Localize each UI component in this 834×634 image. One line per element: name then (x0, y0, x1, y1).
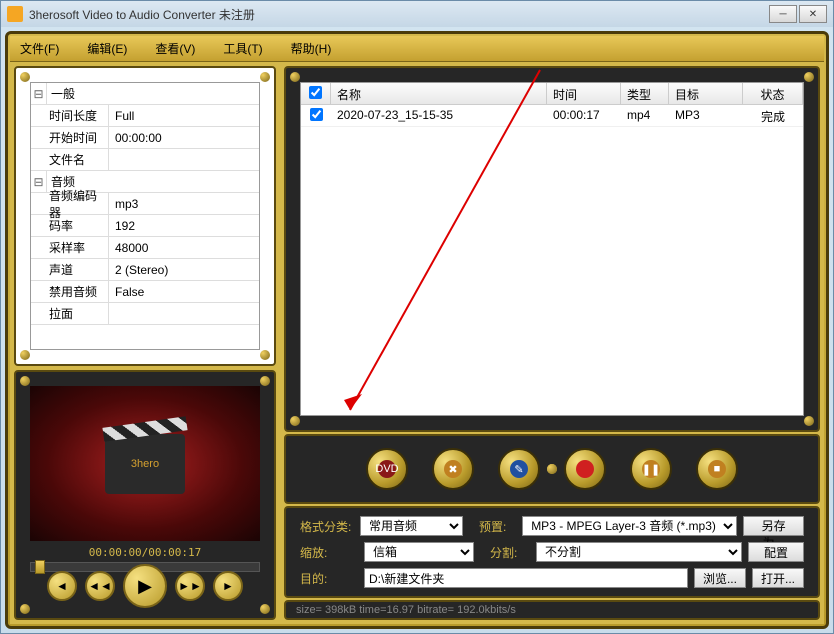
table-row[interactable]: 2020-07-23_15-15-35 00:00:17 mp4 MP3 完成 (301, 105, 803, 127)
row-checkbox[interactable] (310, 108, 323, 121)
select-all-checkbox[interactable] (309, 86, 322, 99)
statusbar: size= 398kB time=16.97 bitrate= 192.0kbi… (284, 600, 820, 620)
timecode: 00:00:00/00:00:17 (30, 546, 260, 559)
preset-select[interactable]: MP3 - MPEG Layer-3 音频 (*.mp3) (522, 516, 737, 536)
menu-help[interactable]: 帮助(H) (291, 40, 332, 57)
play-button[interactable]: ▶ (123, 564, 167, 608)
menu-edit[interactable]: 编辑(E) (87, 40, 127, 57)
titlebar: 3herosoft Video to Audio Converter 未注册 ─… (1, 1, 833, 27)
rewind-button[interactable]: ◄◄ (85, 571, 115, 601)
stop-button[interactable]: ■ (696, 448, 738, 490)
zoom-select[interactable]: 信箱 (364, 542, 474, 562)
property-grid[interactable]: ⊟一般 时间长度Full 开始时间00:00:00 文件名 ⊟音频 音频编码器m… (30, 82, 260, 350)
preview-video: 3hero (30, 386, 260, 541)
toolbar: DVD ✖ ✎ ❚❚ ■ (284, 434, 820, 504)
split-select[interactable]: 不分割 (536, 542, 742, 562)
filelist-panel: 名称 时间 类型 目标 状态 2020-07-23_15-15-35 00:00… (284, 66, 820, 432)
menu-file[interactable]: 文件(F) (20, 40, 59, 57)
app-icon (7, 6, 23, 22)
remove-button[interactable]: ✖ (432, 448, 474, 490)
browse-button[interactable]: 浏览... (694, 568, 746, 588)
close-button[interactable]: ✕ (799, 5, 827, 23)
settings-panel: 格式分类: 常用音频 预置: MP3 - MPEG Layer-3 音频 (*.… (284, 506, 820, 598)
record-button[interactable] (564, 448, 606, 490)
expand-icon[interactable]: ⊟ (31, 83, 47, 104)
edit-button[interactable]: ✎ (498, 448, 540, 490)
minimize-button[interactable]: ─ (769, 5, 797, 23)
preview-panel: 3hero 00:00:00/00:00:17 ◄ ◄◄ ▶ ►► ► (14, 370, 276, 620)
format-select[interactable]: 常用音频 (360, 516, 463, 536)
add-dvd-button[interactable]: DVD (366, 448, 408, 490)
menu-tools[interactable]: 工具(T) (223, 40, 262, 57)
window-title: 3herosoft Video to Audio Converter 未注册 (29, 6, 255, 23)
forward-button[interactable]: ►► (175, 571, 205, 601)
saveas-button[interactable]: 另存为... (743, 516, 804, 536)
pause-button[interactable]: ❚❚ (630, 448, 672, 490)
config-button[interactable]: 配置 (748, 542, 804, 562)
filelist-header: 名称 时间 类型 目标 状态 (301, 83, 803, 105)
next-button[interactable]: ► (213, 571, 243, 601)
expand-icon[interactable]: ⊟ (31, 171, 47, 192)
prev-button[interactable]: ◄ (47, 571, 77, 601)
property-panel: ⊟一般 时间长度Full 开始时间00:00:00 文件名 ⊟音频 音频编码器m… (14, 66, 276, 366)
clapper-icon: 3hero (105, 434, 185, 494)
menubar: 文件(F) 编辑(E) 查看(V) 工具(T) 帮助(H) (10, 36, 824, 62)
menu-view[interactable]: 查看(V) (155, 40, 195, 57)
open-button[interactable]: 打开... (752, 568, 804, 588)
dest-input[interactable] (364, 568, 688, 588)
